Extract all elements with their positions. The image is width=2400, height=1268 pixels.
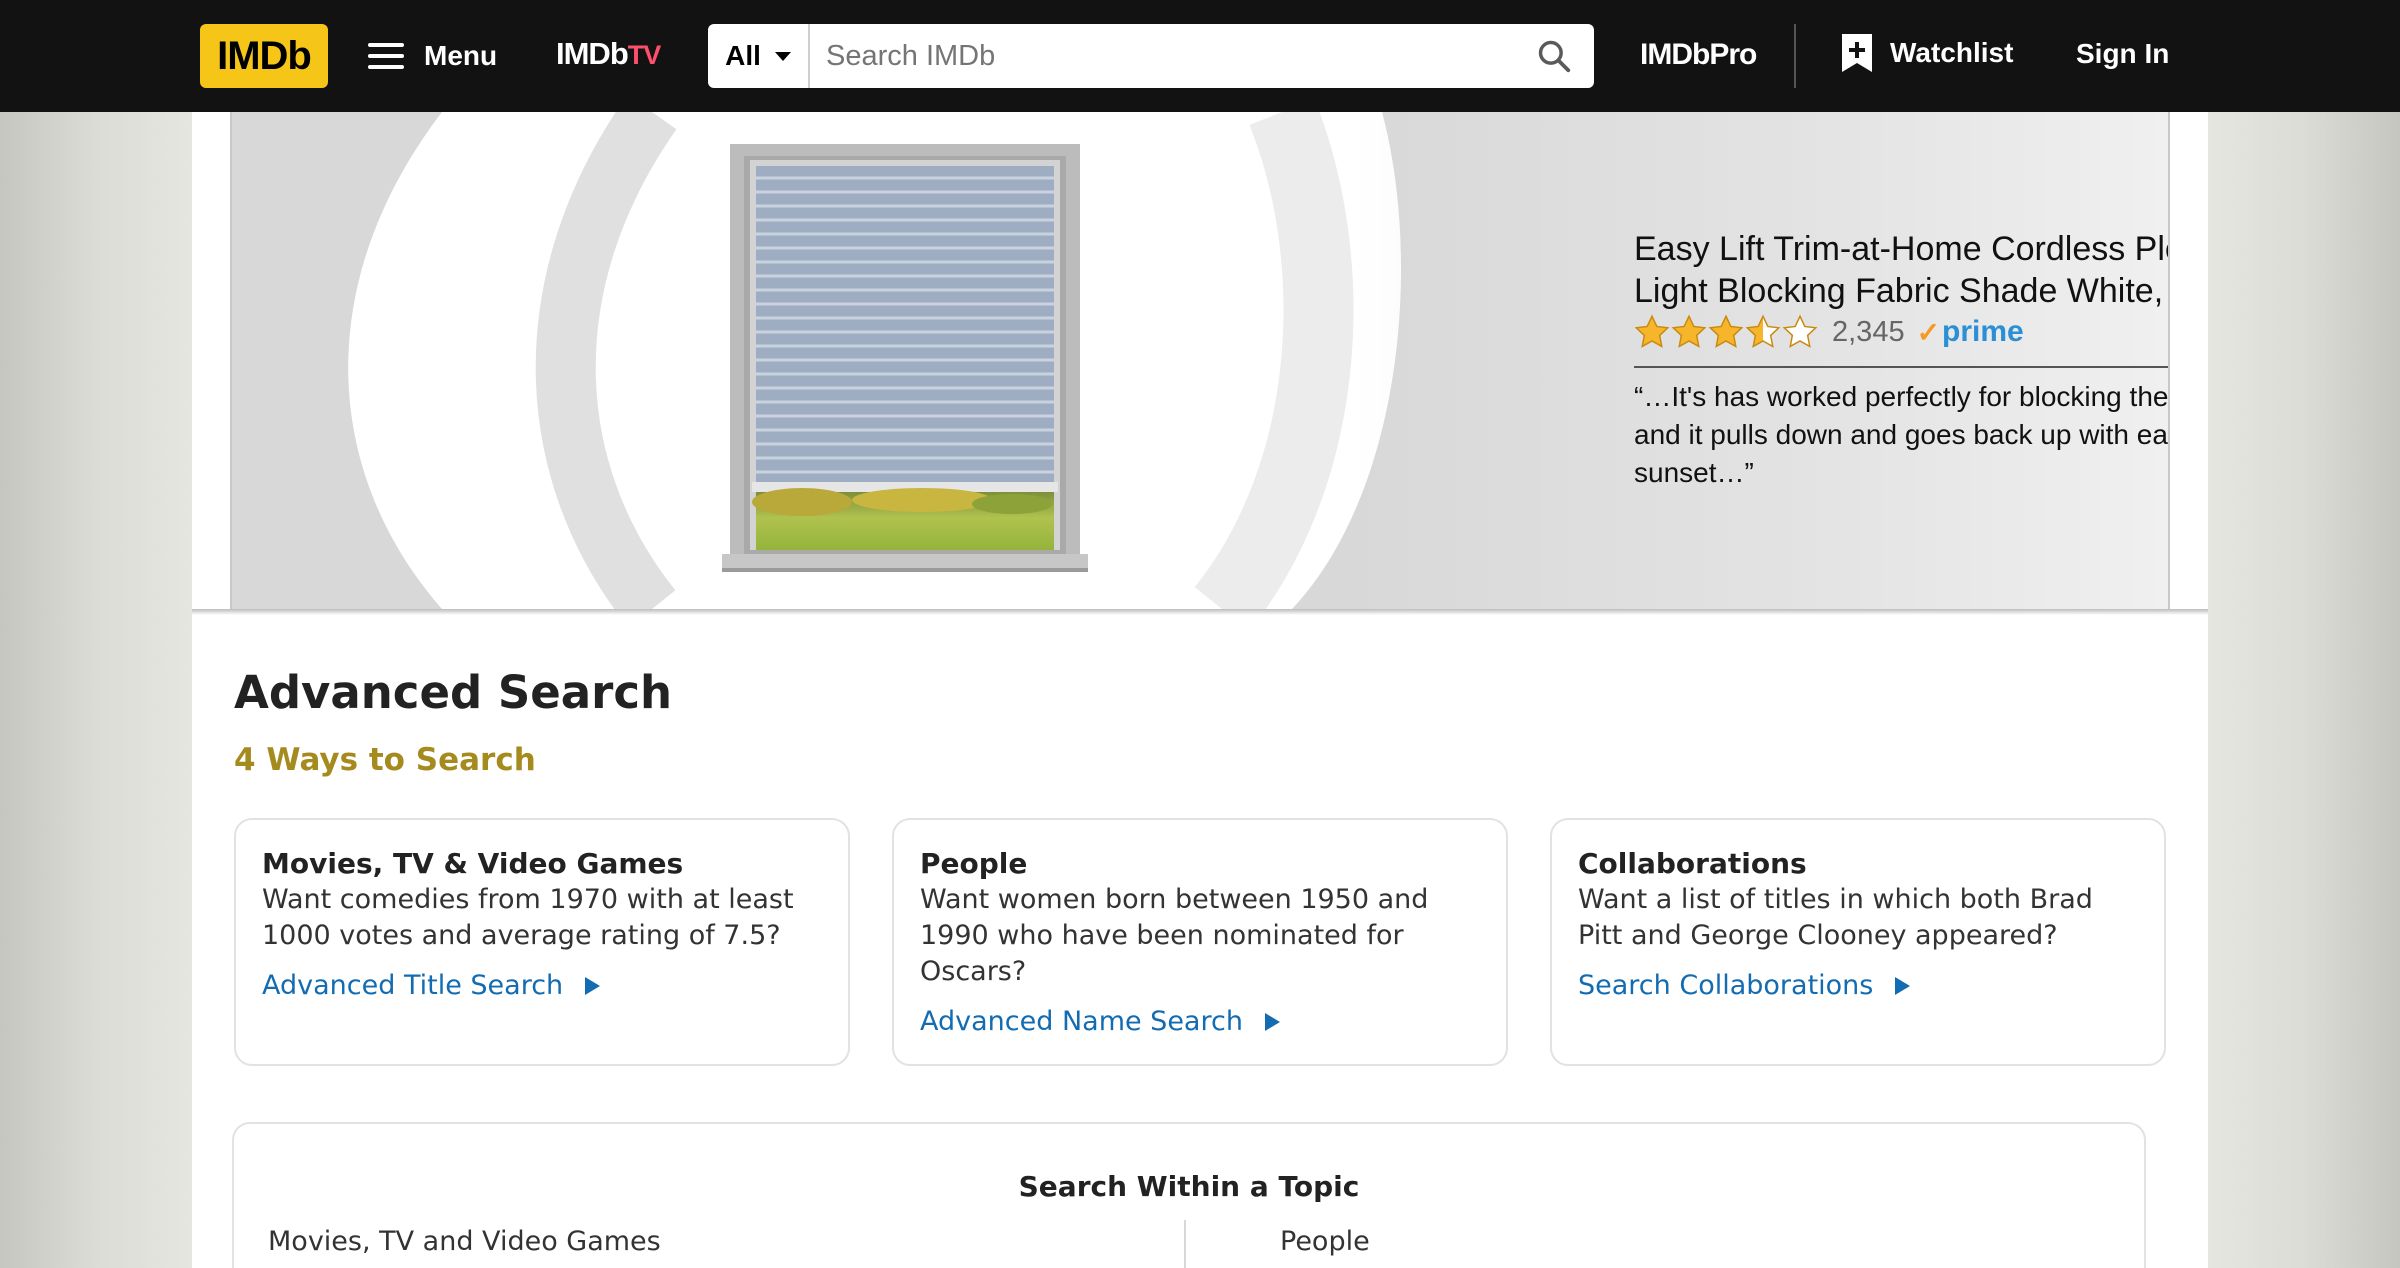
star-rating bbox=[1634, 314, 1818, 350]
prime-label: prime bbox=[1942, 315, 2024, 348]
star-full-icon bbox=[1634, 314, 1670, 348]
caret-down-icon bbox=[774, 51, 791, 61]
ad-rating-count: 2,345 bbox=[1832, 315, 1905, 348]
card-title: People bbox=[920, 847, 1028, 880]
card-description: Want comedies from 1970 with at least 10… bbox=[262, 884, 794, 951]
imdbpro-link[interactable]: IMDbPro bbox=[1640, 38, 1757, 72]
menu-button[interactable]: Menu bbox=[368, 30, 497, 82]
arrow-right-icon bbox=[1264, 1012, 1280, 1031]
search-icon bbox=[1538, 40, 1571, 73]
watchlist-label: Watchlist bbox=[1890, 37, 2014, 68]
page-content: Easy Lift Trim-at-Home Cordless Pleated … bbox=[192, 112, 2208, 1268]
hamburger-icon bbox=[368, 43, 404, 69]
advanced-title-search-link[interactable]: Advanced Title Search bbox=[262, 970, 601, 1001]
search-collaborations-link[interactable]: Search Collaborations bbox=[1578, 970, 1911, 1001]
sign-in-link[interactable]: Sign In bbox=[2076, 38, 2169, 70]
star-half-icon bbox=[1745, 314, 1781, 348]
ad-shadow bbox=[192, 609, 2208, 615]
imdbtv-link[interactable]: IMDbTV bbox=[556, 36, 662, 72]
link-label: Advanced Name Search bbox=[920, 1006, 1243, 1037]
topic-heading: Search Within a Topic bbox=[1018, 1170, 1360, 1203]
page-title: Advanced Search bbox=[234, 666, 673, 719]
ad-right-panel bbox=[1352, 112, 2168, 609]
search-bar: All bbox=[708, 24, 1594, 88]
link-label: Advanced Title Search bbox=[262, 970, 564, 1001]
search-input[interactable] bbox=[810, 24, 1514, 88]
star-empty-icon bbox=[1782, 314, 1818, 348]
card-description: Want a list of titles in which both Brad… bbox=[1578, 884, 2093, 951]
star-full-icon bbox=[1708, 314, 1744, 348]
advanced-name-search-link[interactable]: Advanced Name Search bbox=[920, 1006, 1280, 1037]
ad-rating: 2,345 ✓ prime bbox=[1634, 314, 2024, 350]
menu-label: Menu bbox=[424, 40, 498, 71]
card-title: Collaborations bbox=[1578, 847, 1807, 880]
ad-review-quote: “…It's has worked perfectly for blocking… bbox=[1634, 381, 2169, 488]
search-submit-button[interactable] bbox=[1514, 24, 1594, 88]
ad-divider bbox=[1634, 366, 2168, 368]
imdb-logo[interactable]: IMDb bbox=[200, 24, 328, 88]
window-shade-product-image bbox=[722, 144, 1088, 572]
card-name-search: People Want women born between 1950 and … bbox=[892, 818, 1508, 1066]
arrow-right-icon bbox=[1895, 976, 1911, 995]
card-description: Want women born between 1950 and 1990 wh… bbox=[920, 884, 1429, 987]
watchlist-button[interactable]: Watchlist bbox=[1842, 34, 2013, 72]
card-title: Movies, TV & Video Games bbox=[262, 847, 684, 880]
ad-banner[interactable]: Easy Lift Trim-at-Home Cordless Pleated … bbox=[230, 112, 2170, 609]
prime-badge: ✓ prime bbox=[1917, 315, 2024, 349]
card-title-search: Movies, TV & Video Games Want comedies f… bbox=[234, 818, 850, 1066]
arrow-right-icon bbox=[585, 976, 601, 995]
nav-divider bbox=[1794, 24, 1796, 88]
topic-movies-tv-games[interactable]: Movies, TV and Video Games bbox=[268, 1226, 661, 1257]
imdbtv-tv-text: TV bbox=[627, 40, 662, 70]
card-collaborations: Collaborations Want a list of titles in … bbox=[1550, 818, 2166, 1066]
imdbtv-main-text: IMDb bbox=[556, 36, 629, 71]
search-within-topic: Search Within a Topic Movies, TV and Vid… bbox=[232, 1122, 2146, 1268]
link-label: Search Collaborations bbox=[1578, 970, 1874, 1001]
search-category-label: All bbox=[725, 40, 761, 71]
star-full-icon bbox=[1671, 314, 1707, 348]
search-category-dropdown[interactable]: All bbox=[708, 24, 810, 88]
topic-people[interactable]: People bbox=[1280, 1226, 1370, 1257]
topic-divider bbox=[1184, 1220, 1186, 1268]
ad-product-title: Easy Lift Trim-at-Home Cordless Pleated … bbox=[1634, 230, 2168, 310]
bookmark-plus-icon bbox=[1842, 34, 1872, 72]
top-navbar: IMDb Menu IMDbTV All IMDbPro Watchlist S… bbox=[0, 0, 2400, 112]
page-subtitle: 4 Ways to Search bbox=[234, 742, 536, 778]
prime-check-icon: ✓ bbox=[1916, 316, 1941, 348]
